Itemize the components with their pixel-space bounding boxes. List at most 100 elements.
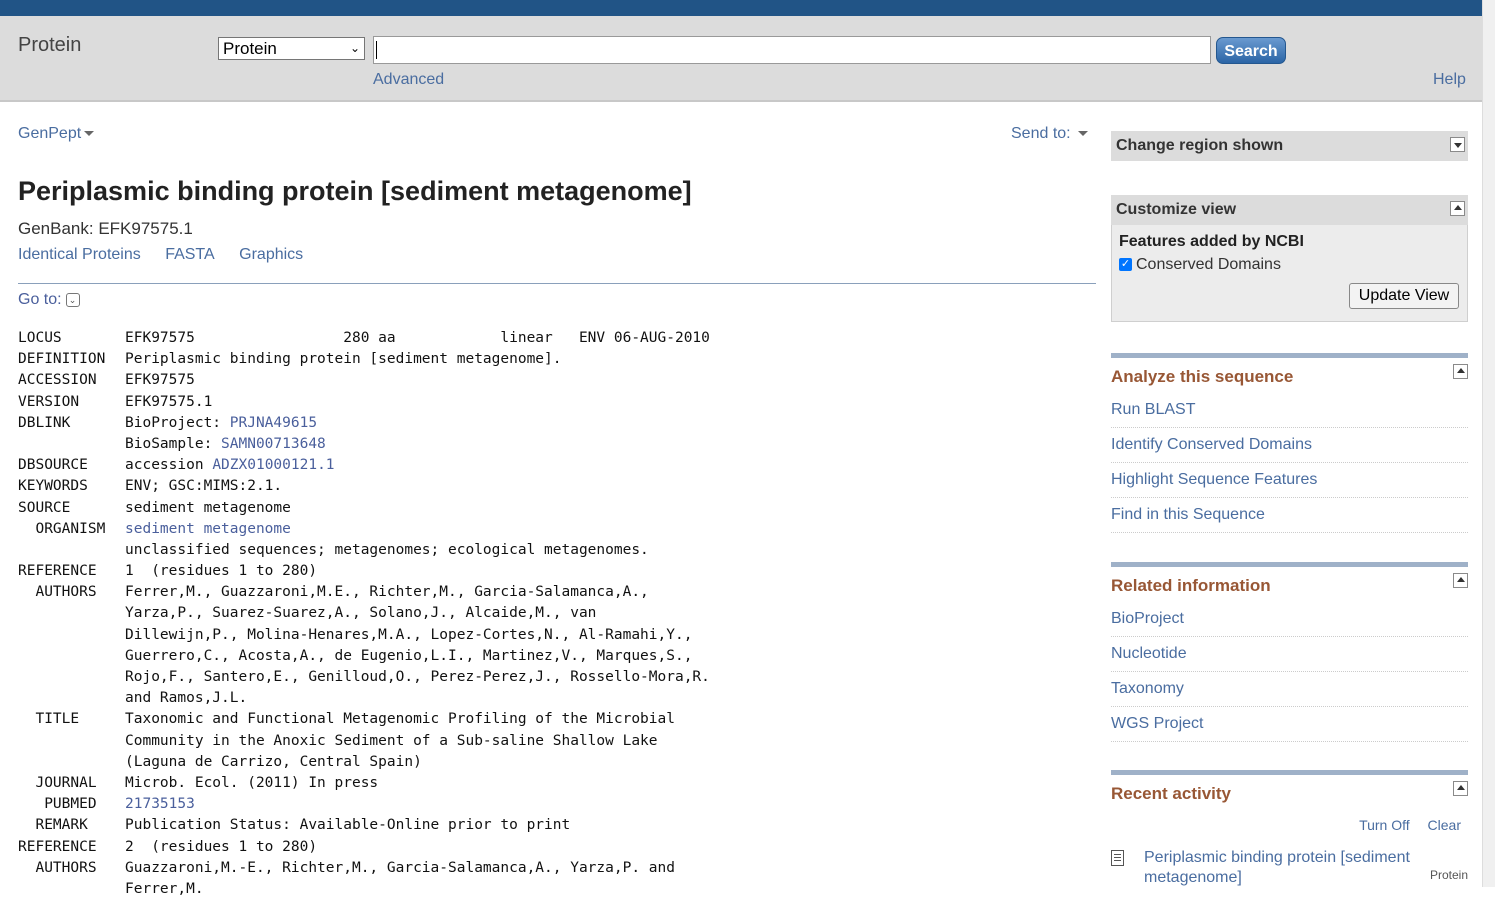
turn-off-link[interactable]: Turn Off [1359,817,1410,833]
flatfile-prefix: accession [125,457,213,474]
flatfile-value: Yarza,P., Suarez-Suarez,A., Solano,J., A… [125,605,597,622]
flatfile-value: EFK97575.1 [125,393,213,410]
analyze-title: Analyze this sequence [1111,358,1468,393]
flatfile-value: Publication Status: Available-Online pri… [125,817,571,834]
collapse-icon[interactable] [1450,201,1465,216]
chevron-down-icon: ⌄ [349,41,360,55]
flatfile-key: VERSION [18,393,80,410]
flatfile-value: (Laguna de Carrizo, Central Spain) [125,753,422,770]
flatfile-value: Periplasmic binding protein [sediment me… [125,351,562,368]
recent-item-db: Protein [1429,868,1468,882]
flatfile-key: REFERENCE [18,563,97,580]
flatfile-value: 21735153 [125,796,195,812]
collapse-icon[interactable] [1453,781,1468,796]
flatfile-value: 1 (residues 1 to 280) [125,563,318,580]
flatfile-value: and Ramos,J.L. [125,690,248,707]
goto-menu[interactable]: Go to: ⌄ [18,291,80,309]
scrollbar[interactable] [1482,0,1495,887]
flatfile-prefix: BioSample: [125,435,222,452]
search-input[interactable] [373,36,1211,64]
flatfile-key: LOCUS [18,330,62,346]
text-caret [376,41,377,59]
bioproject-link[interactable]: BioProject [1111,602,1468,637]
customize-view-header[interactable]: Customize view [1111,195,1468,225]
send-to-dropdown[interactable]: Send to: [1011,125,1089,143]
flatfile-key: DBSOURCE [18,457,88,474]
flatfile-value: BioSample: SAMN00713648 [125,436,326,452]
update-view-button[interactable]: Update View [1349,283,1459,309]
database-select[interactable]: Protein ⌄ [218,37,365,60]
flatfile-value: Ferrer,M., Guazzaroni,M.E., Richter,M., … [125,584,649,601]
dropdown-arrow-icon [1078,131,1089,137]
flatfile-link[interactable]: ADZX01000121.1 [212,457,334,473]
flatfile-key: PUBMED [18,796,97,813]
checkbox-label: Conserved Domains [1136,256,1281,273]
collapse-icon[interactable] [1453,573,1468,588]
flatfile-value: 2 (residues 1 to 280) [125,838,318,855]
recent-activity-actions: Turn Off Clear [1345,817,1461,833]
related-title-text: Related information [1111,576,1271,595]
collapse-icon[interactable] [1453,364,1468,379]
flatfile-value: sediment metagenome [125,499,291,516]
flatfile-key: KEYWORDS [18,478,88,495]
flatfile-link[interactable]: sediment metagenome [125,521,291,537]
flatfile-value: Guerrero,C., Acosta,A., de Eugenio,L.I.,… [125,647,693,664]
send-to-label: Send to: [1011,125,1071,142]
identical-proteins-link[interactable]: Identical Proteins [18,246,141,263]
flatfile-value: Dillewijn,P., Molina-Henares,M.A., Lopez… [125,626,693,643]
page-title: Periplasmic binding protein [sediment me… [18,176,692,206]
format-label: GenPept [18,125,82,142]
recent-item-link[interactable]: Periplasmic binding protein [sediment me… [1144,848,1434,888]
find-in-sequence-link[interactable]: Find in this Sequence [1111,498,1468,533]
dropdown-arrow-icon [84,131,95,137]
identify-conserved-domains-link[interactable]: Identify Conserved Domains [1111,428,1468,463]
format-dropdown[interactable]: GenPept [18,125,95,143]
graphics-link[interactable]: Graphics [239,246,303,263]
flatfile-value: Microb. Ecol. (2011) In press [125,774,379,791]
document-icon [1111,850,1124,866]
highlight-features-link[interactable]: Highlight Sequence Features [1111,463,1468,498]
wgs-project-link[interactable]: WGS Project [1111,707,1468,742]
flatfile-link[interactable]: SAMN00713648 [221,436,326,452]
goto-link[interactable]: Go to: [18,291,62,308]
expand-icon[interactable] [1450,137,1465,152]
run-blast-link[interactable]: Run BLAST [1111,393,1468,428]
help-link[interactable]: Help [1433,71,1466,89]
flatfile-key: REMARK [18,817,88,834]
flatfile-key: AUTHORS [18,859,97,876]
related-title: Related information [1111,567,1468,602]
flatfile-link[interactable]: PRJNA49615 [230,415,317,431]
taxonomy-link[interactable]: Taxonomy [1111,672,1468,707]
clear-link[interactable]: Clear [1428,817,1461,833]
accession-line: GenBank: EFK97575.1 [18,219,193,238]
flatfile-link[interactable]: 21735153 [125,796,195,812]
customize-view-title: Customize view [1116,201,1237,218]
flatfile-key: DBLINK [18,414,71,431]
flatfile-value: Taxonomic and Functional Metagenomic Pro… [125,711,675,728]
nucleotide-link[interactable]: Nucleotide [1111,637,1468,672]
record-links: Identical Proteins FASTA Graphics [18,246,323,264]
fasta-link[interactable]: FASTA [165,246,215,263]
change-region-header[interactable]: Change region shown [1111,131,1468,161]
change-region-panel: Change region shown [1111,131,1468,161]
chevron-down-icon: ⌄ [65,292,80,307]
customize-view-body: Features added by NCBI ✓ Conserved Domain… [1111,225,1468,322]
conserved-domains-checkbox[interactable]: ✓ Conserved Domains [1119,256,1281,274]
database-select-value: Protein [223,39,277,58]
flatfile-prefix: BioProject: [125,414,230,431]
flatfile-key: JOURNAL [18,774,97,791]
flatfile-key: AUTHORS [18,584,97,601]
checkbox-checked-icon[interactable]: ✓ [1119,258,1132,272]
flatfile-value: Ferrer,M. [125,880,204,897]
database-title: Protein [18,34,82,56]
recent-activity-title-text: Recent activity [1111,784,1231,803]
search-button[interactable]: Search [1216,37,1286,64]
change-region-title: Change region shown [1116,137,1284,154]
flatfile-value: Rojo,F., Santero,E., Genilloud,O., Perez… [125,669,710,685]
flatfile-value: EFK97575 280 aa linear ENV 06-AUG-2010 [125,330,710,346]
related-section: Related information BioProject Nucleotid… [1111,562,1468,742]
advanced-search-link[interactable]: Advanced [373,71,444,89]
flatfile-value: sediment metagenome [125,521,291,537]
analyze-section: Analyze this sequence Run BLAST Identify… [1111,353,1468,533]
customize-view-panel: Customize view Features added by NCBI ✓ C… [1111,195,1468,322]
